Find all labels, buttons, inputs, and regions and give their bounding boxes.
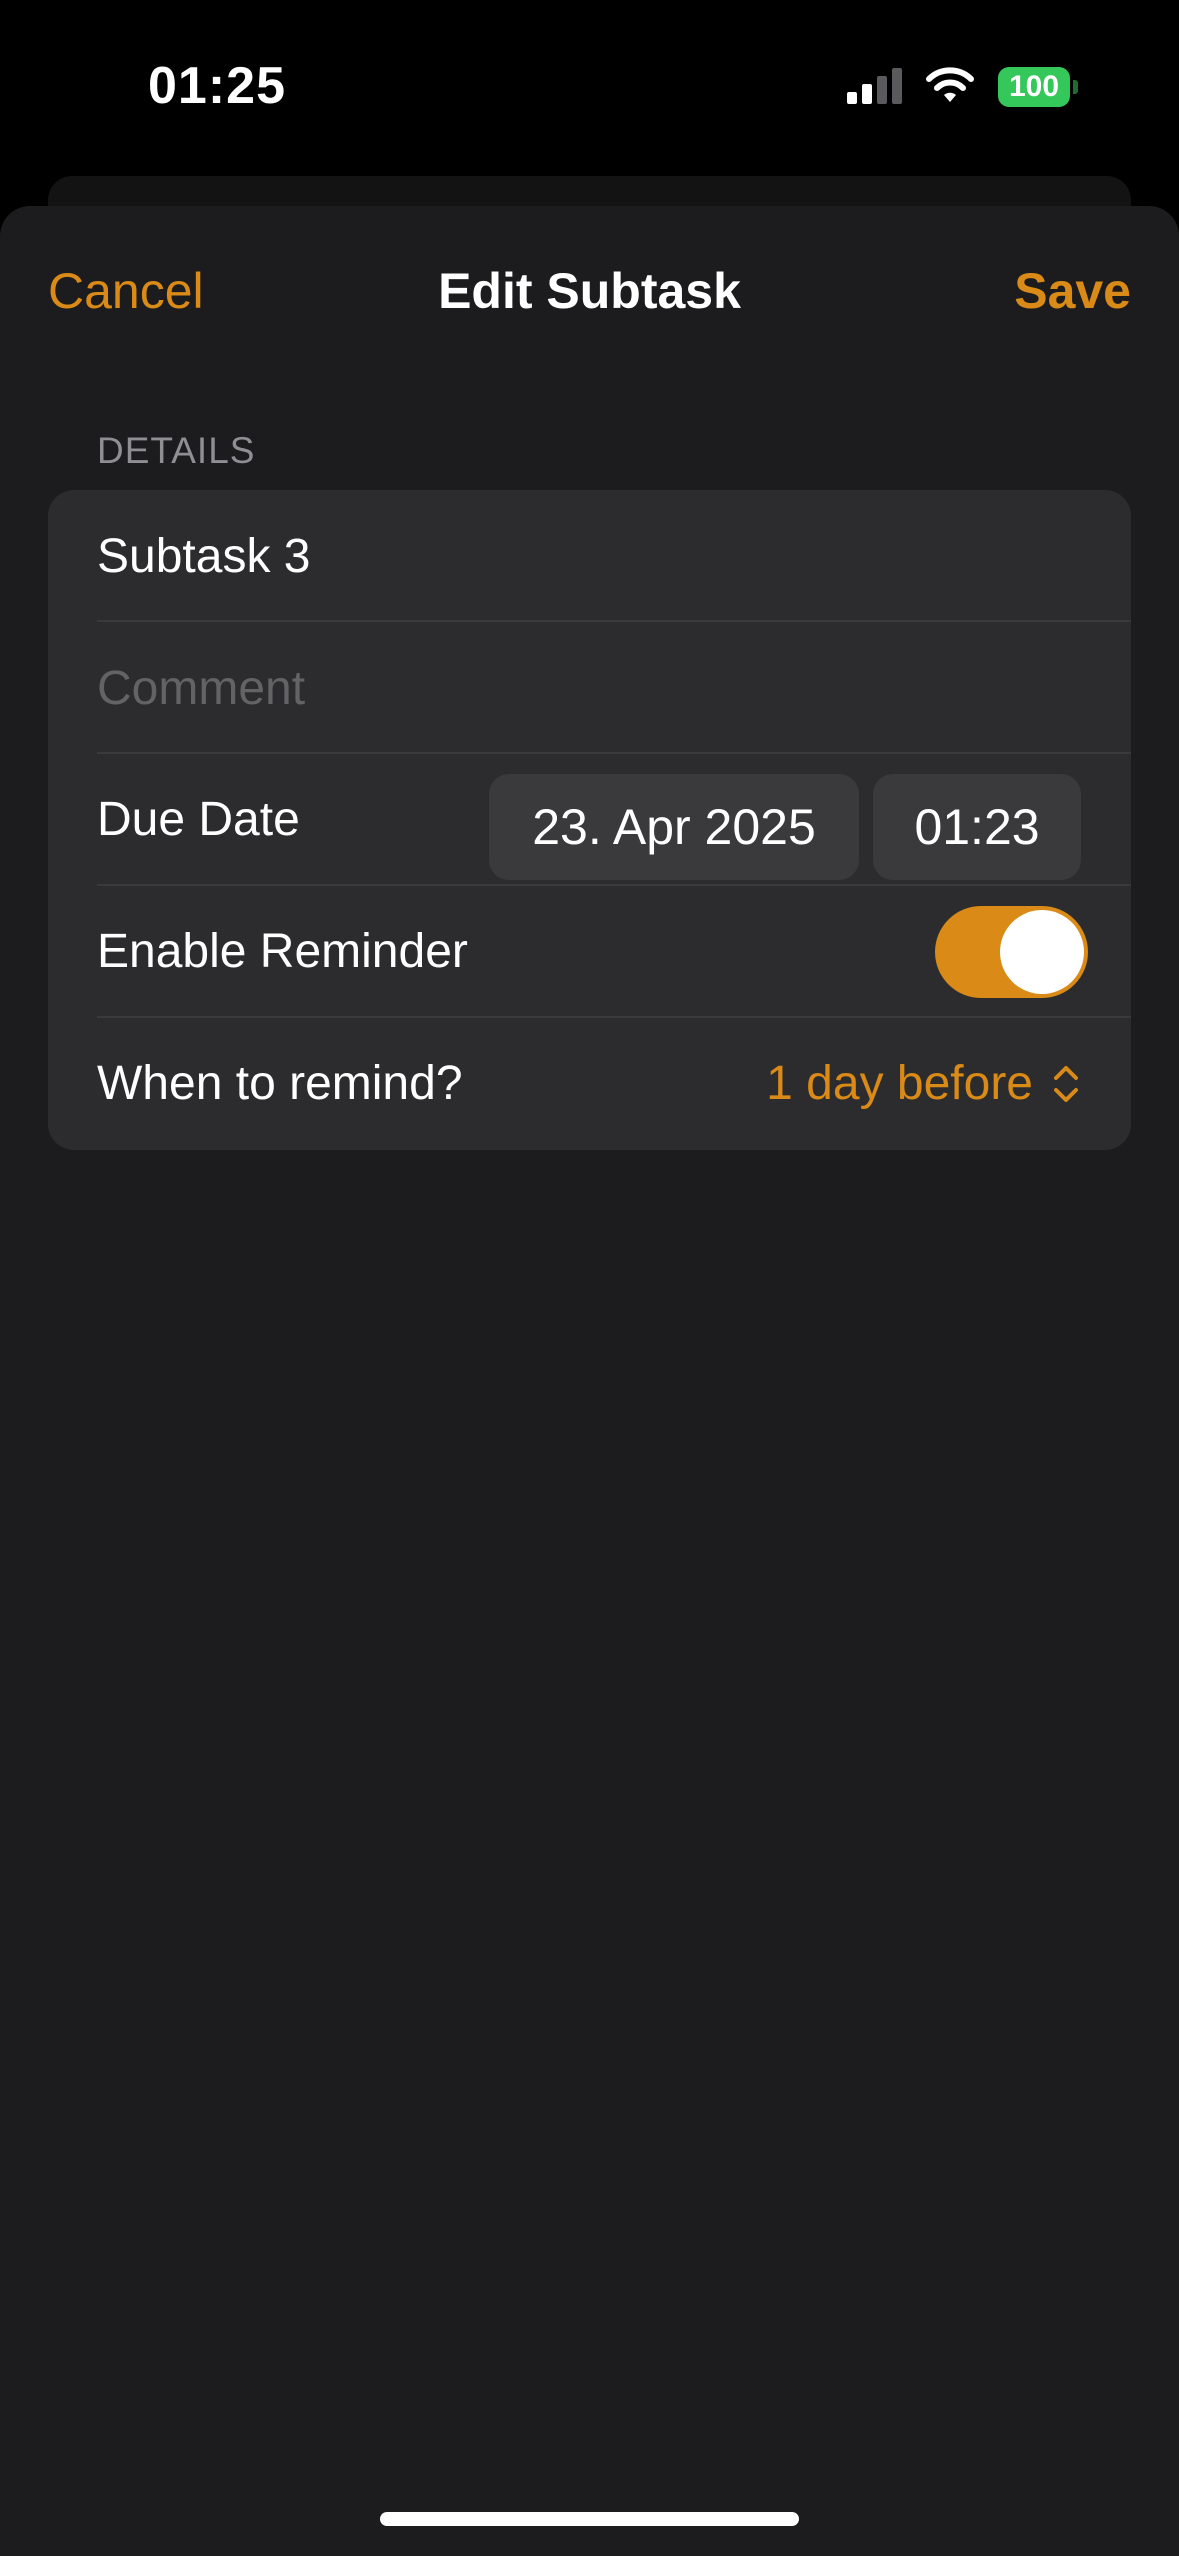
- save-button[interactable]: Save: [1014, 262, 1131, 320]
- comment-field[interactable]: [97, 622, 1077, 754]
- due-date-row: Due Date 23. Apr 2025 01:23: [48, 754, 1131, 886]
- enable-reminder-label: Enable Reminder: [97, 925, 468, 978]
- status-bar: 01:25 100: [0, 0, 1179, 175]
- chevron-updown-icon: [1054, 1066, 1078, 1102]
- comment-row: [48, 622, 1131, 754]
- battery-level: 100: [998, 67, 1070, 107]
- battery-cap: [1073, 80, 1078, 94]
- wifi-icon: [926, 67, 974, 102]
- signal-icon: [847, 68, 902, 104]
- remind-when-row: When to remind? 1 day before: [48, 1018, 1131, 1150]
- due-time-picker[interactable]: 01:23: [873, 774, 1081, 880]
- reminder-row: Enable Reminder: [48, 886, 1131, 1018]
- status-time: 01:25: [148, 57, 286, 115]
- due-date-picker[interactable]: 23. Apr 2025: [489, 774, 859, 880]
- remind-when-label: When to remind?: [97, 1057, 463, 1110]
- remind-when-picker[interactable]: 1 day before: [766, 1018, 1081, 1150]
- subtask-name-field[interactable]: [97, 490, 1077, 622]
- home-indicator[interactable]: [380, 2512, 799, 2526]
- name-row: [48, 490, 1131, 622]
- enable-reminder-toggle[interactable]: [935, 906, 1088, 998]
- toggle-knob: [1000, 910, 1084, 994]
- details-section-header: DETAILS: [97, 430, 256, 471]
- battery-icon: 100: [998, 67, 1078, 107]
- details-group: Due Date 23. Apr 2025 01:23 Enable Remin…: [48, 490, 1131, 1150]
- due-date-label: Due Date: [97, 793, 300, 846]
- remind-when-value: 1 day before: [766, 1057, 1033, 1110]
- page-title: Edit Subtask: [438, 263, 741, 319]
